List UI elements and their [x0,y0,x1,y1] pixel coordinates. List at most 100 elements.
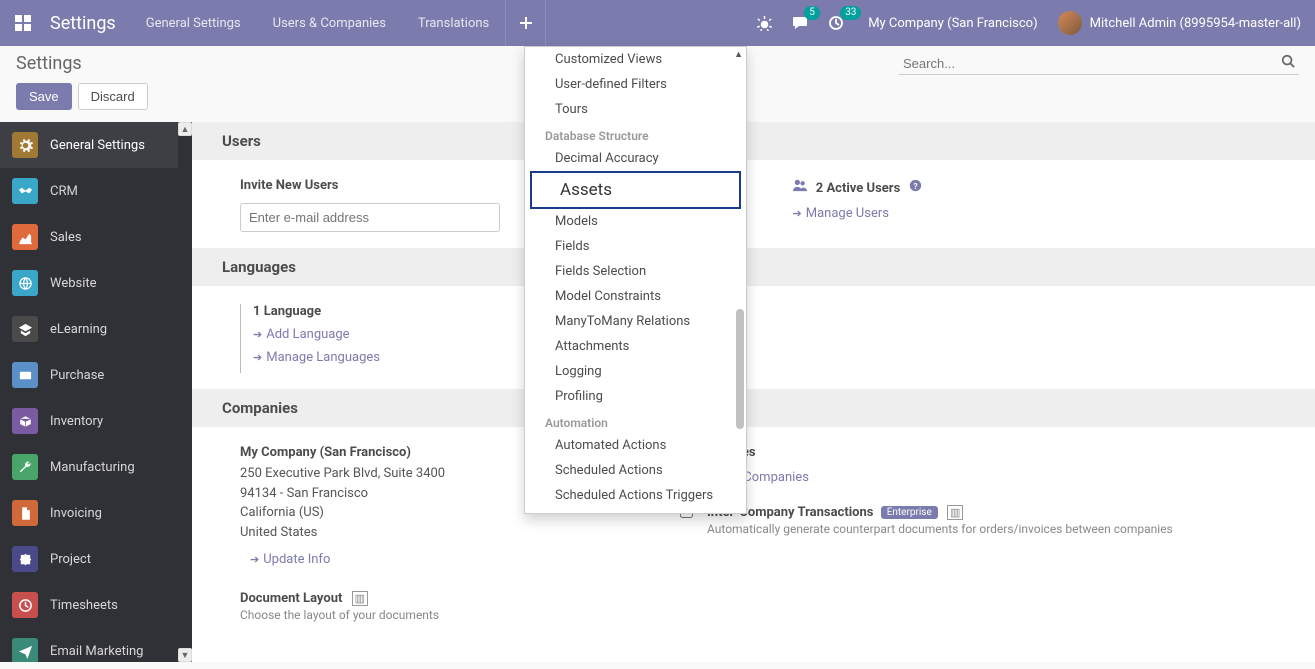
sidebar-item-label: Email Marketing [50,644,143,659]
user-menu[interactable]: Mitchell Admin (8995954-master-all) [1052,11,1315,35]
box-icon [12,408,38,434]
sidebar-item-timesheets[interactable]: Timesheets [0,582,178,628]
nav-translations[interactable]: Translations [402,0,505,46]
topnav-right: 5 33 My Company (San Francisco) Mitchell… [747,0,1315,46]
dd-fields-selection[interactable]: Fields Selection [525,259,746,284]
activities-badge: 33 [840,6,861,20]
sidebar-item-label: Project [50,552,91,567]
dd-scheduled-actions[interactable]: Scheduled Actions [525,458,746,483]
arrow-right-icon: ➔ [253,351,262,364]
manage-users-link[interactable]: ➔Manage Users [793,206,1286,221]
apps-icon[interactable] [0,0,46,46]
dropdown-scroll-up-icon[interactable]: ▲ [734,49,743,60]
avatar-icon [1058,11,1082,35]
doc-layout-row: Document Layout ▥ [240,591,640,606]
company-selector[interactable]: My Company (San Francisco) [854,16,1051,31]
dd-assets[interactable]: Assets [530,171,741,209]
dd-manytomany-relations[interactable]: ManyToMany Relations [525,309,746,334]
sidebar-item-elearning[interactable]: eLearning [0,306,178,352]
language-count-row: 1 Language [253,304,380,319]
dd-attachments[interactable]: Attachments [525,334,746,359]
arrow-right-icon: ➔ [253,328,262,341]
brand-title: Settings [46,13,130,34]
enterprise-badge: Enterprise [881,506,938,519]
chart-icon [12,224,38,250]
language-count: 1 [253,304,260,319]
dd-tours[interactable]: Tours [525,97,746,122]
dd-customized-views[interactable]: Customized Views [525,47,746,72]
sidebar-item-manufacturing[interactable]: Manufacturing [0,444,178,490]
cart-icon [12,362,38,388]
dropdown-scrollbar[interactable] [736,309,744,429]
gear-icon [12,132,38,158]
dd-scheduled-actions-triggers[interactable]: Scheduled Actions Triggers [525,483,746,508]
users-icon [793,181,810,196]
nav-users-companies[interactable]: Users & Companies [257,0,402,46]
manage-languages-link[interactable]: ➔Manage Languages [253,350,380,365]
section-companies-header: Companies [192,389,1315,427]
dd-automated-actions[interactable]: Automated Actions [525,433,746,458]
dd-user-defined-filters[interactable]: User-defined Filters [525,72,746,97]
save-button[interactable]: Save [16,83,72,110]
sidebar-scroll-down-icon[interactable]: ▼ [178,648,192,662]
invite-email-input[interactable] [240,203,500,232]
sidebar-item-sales[interactable]: Sales [0,214,178,260]
sidebar-item-general-settings[interactable]: General Settings [0,122,178,168]
inter-company-row: Inter-Company Transactions Enterprise ▥ … [680,505,1285,538]
sidebar-item-crm[interactable]: CRM [0,168,178,214]
active-users-count: 2 [816,181,823,196]
dd-group-database-structure: Database Structure [525,122,746,146]
search-input[interactable] [903,56,1281,71]
search-icon[interactable] [1281,54,1295,72]
update-info-link[interactable]: ➔Update Info [250,552,640,567]
sidebar-scroll-up-icon[interactable]: ▲ [178,122,192,136]
discard-button[interactable]: Discard [78,83,148,110]
inter-company-label-row: Inter-Company Transactions Enterprise ▥ [707,505,1285,520]
sidebar-item-email-marketing[interactable]: Email Marketing [0,628,178,662]
doc-layout-desc: Choose the layout of your documents [240,606,640,624]
svg-text:?: ? [914,181,918,191]
page-title: Settings [16,53,82,74]
languages-block: 1 Language ➔Add Language ➔Manage Languag… [240,304,380,373]
send-icon [12,638,38,662]
section-users-body: Invite New Users 2 Active Users ? ➔Manag… [192,160,1315,248]
dd-decimal-accuracy[interactable]: Decimal Accuracy [525,146,746,171]
sidebar-item-invoicing[interactable]: Invoicing [0,490,178,536]
sidebar-item-label: Website [50,276,97,291]
section-companies-body: My Company (San Francisco) 250 Executive… [192,427,1315,640]
nav-general-settings[interactable]: General Settings [130,0,257,46]
search-box[interactable] [899,52,1299,75]
dd-models[interactable]: Models [525,209,746,234]
clock-icon [12,592,38,618]
active-users-info-icon[interactable]: ? [909,181,922,196]
section-languages-body: 1 Language ➔Add Language ➔Manage Languag… [192,286,1315,389]
building-icon: ▥ [352,591,368,606]
dd-model-constraints[interactable]: Model Constraints [525,284,746,309]
sidebar-item-website[interactable]: Website [0,260,178,306]
handshake-icon [12,178,38,204]
sidebar-item-label: Inventory [50,414,103,429]
user-name: Mitchell Admin (8995954-master-all) [1090,16,1301,31]
debug-icon[interactable] [747,0,782,46]
sidebar-item-inventory[interactable]: Inventory [0,398,178,444]
sidebar-wrap: General Settings CRM Sales Website eLearning… [0,122,192,662]
section-languages-header: Languages [192,248,1315,286]
sidebar-item-label: General Settings [50,138,145,153]
doc-icon [12,500,38,526]
activities-icon[interactable]: 33 [818,0,854,46]
messages-icon[interactable]: 5 [782,0,818,46]
dd-logging[interactable]: Logging [525,359,746,384]
manage-companies-link[interactable]: ➔Manage Companies [680,470,1285,485]
plus-menu-button[interactable] [505,0,546,46]
dd-fields[interactable]: Fields [525,234,746,259]
sidebar-item-purchase[interactable]: Purchase [0,352,178,398]
sidebar-item-label: Manufacturing [50,460,135,475]
active-users-label: Active Users [826,181,900,196]
add-language-link[interactable]: ➔Add Language [253,327,380,342]
dd-profiling[interactable]: Profiling [525,384,746,409]
sidebar-item-project[interactable]: Project [0,536,178,582]
users-right-col: 2 Active Users ? ➔Manage Users [793,178,1286,232]
sidebar-item-label: Sales [50,230,82,245]
sidebar-item-label: Purchase [50,368,104,383]
technical-dropdown: ▲ Customized Views User-defined Filters … [524,46,747,514]
